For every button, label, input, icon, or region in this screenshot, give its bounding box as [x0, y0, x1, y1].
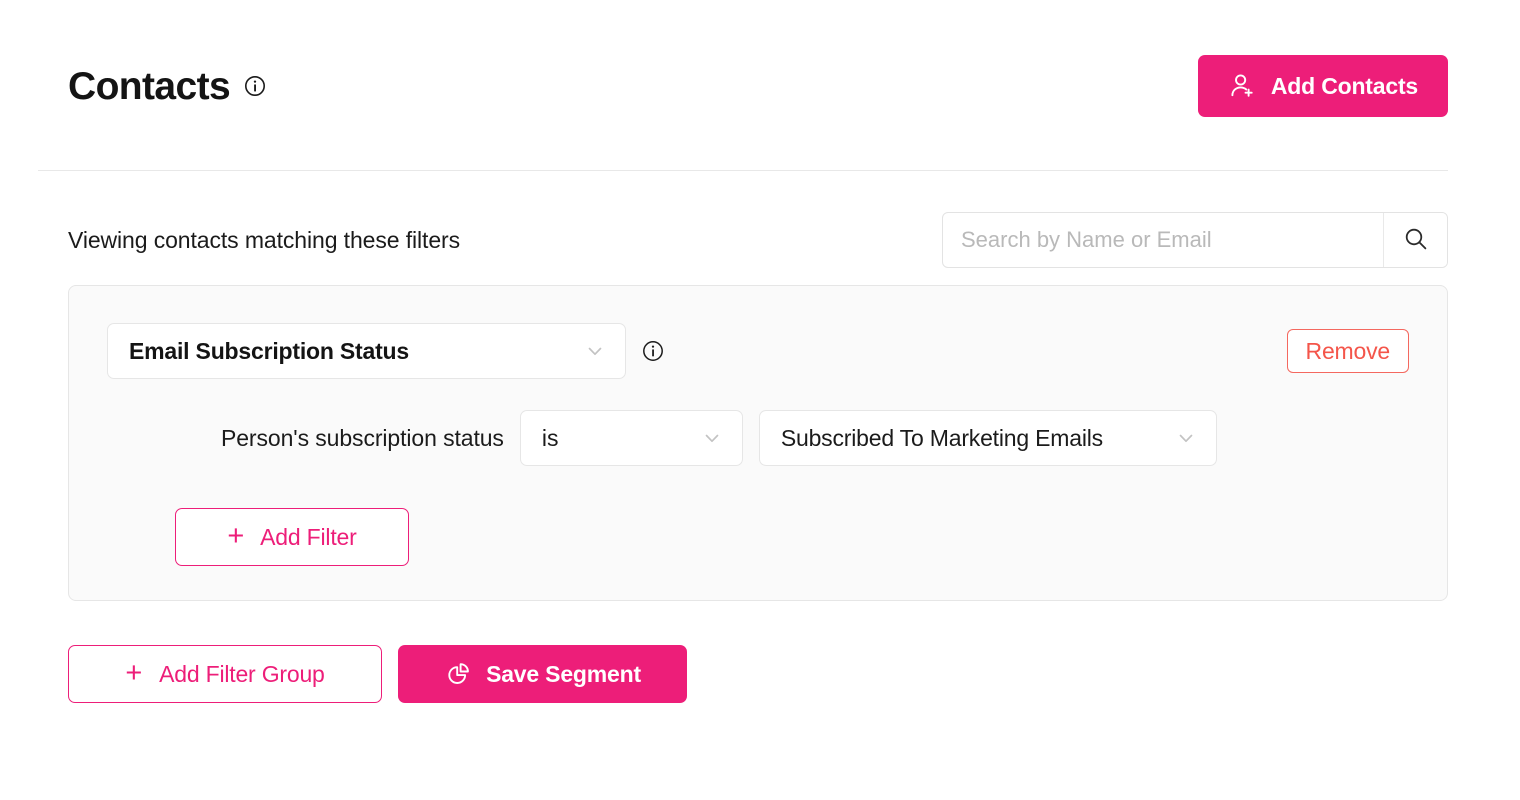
chevron-down-icon	[584, 340, 606, 362]
attribute-select-value: Email Subscription Status	[129, 337, 409, 364]
bottom-actions: + Add Filter Group Save Segment	[68, 645, 687, 703]
condition-label: Person's subscription status	[221, 424, 504, 451]
operator-select-value: is	[541, 424, 559, 451]
filters-toolbar: Viewing contacts matching these filters	[68, 212, 1448, 268]
contacts-page: Contacts Add Contacts Viewing contacts m…	[0, 0, 1520, 800]
remove-filter-button[interactable]: Remove	[1286, 329, 1409, 373]
chevron-down-icon	[1175, 427, 1197, 449]
plus-icon: +	[125, 656, 143, 689]
viewing-filters-text: Viewing contacts matching these filters	[68, 226, 460, 253]
chevron-down-icon	[701, 427, 723, 449]
pie-chart-icon	[444, 661, 471, 688]
value-select-value: Subscribed To Marketing Emails	[780, 424, 1103, 451]
search-icon	[1402, 225, 1430, 256]
remove-filter-label: Remove	[1305, 337, 1391, 364]
add-contacts-button[interactable]: Add Contacts	[1197, 55, 1448, 117]
person-plus-icon	[1228, 72, 1256, 100]
filter-card-top-row: Email Subscription Status Remove	[107, 323, 1409, 379]
add-filter-label: Add Filter	[260, 523, 357, 550]
filter-group-card: Email Subscription Status Remove Person'…	[68, 285, 1448, 601]
page-title-group: Contacts	[38, 67, 266, 106]
save-segment-label: Save Segment	[486, 660, 641, 687]
plus-icon: +	[227, 519, 245, 552]
search-button[interactable]	[1383, 213, 1447, 267]
filter-condition-row: Person's subscription status is Subscrib…	[221, 410, 1217, 466]
operator-select[interactable]: is	[519, 410, 743, 466]
add-contacts-label: Add Contacts	[1270, 72, 1418, 99]
add-filter-group-label: Add Filter Group	[159, 660, 325, 687]
attribute-info-icon[interactable]	[642, 340, 664, 362]
page-title: Contacts	[68, 64, 231, 108]
header-divider	[38, 170, 1448, 171]
value-select[interactable]: Subscribed To Marketing Emails	[758, 410, 1217, 466]
page-title-info-icon[interactable]	[244, 75, 266, 97]
page-header: Contacts Add Contacts	[38, 48, 1448, 124]
attribute-field-group: Email Subscription Status	[107, 323, 664, 379]
search-box	[942, 212, 1448, 268]
add-filter-group-button[interactable]: + Add Filter Group	[68, 645, 382, 703]
attribute-select[interactable]: Email Subscription Status	[107, 323, 626, 379]
search-input[interactable]	[943, 213, 1383, 267]
save-segment-button[interactable]: Save Segment	[398, 645, 687, 703]
add-filter-button[interactable]: + Add Filter	[175, 508, 409, 566]
